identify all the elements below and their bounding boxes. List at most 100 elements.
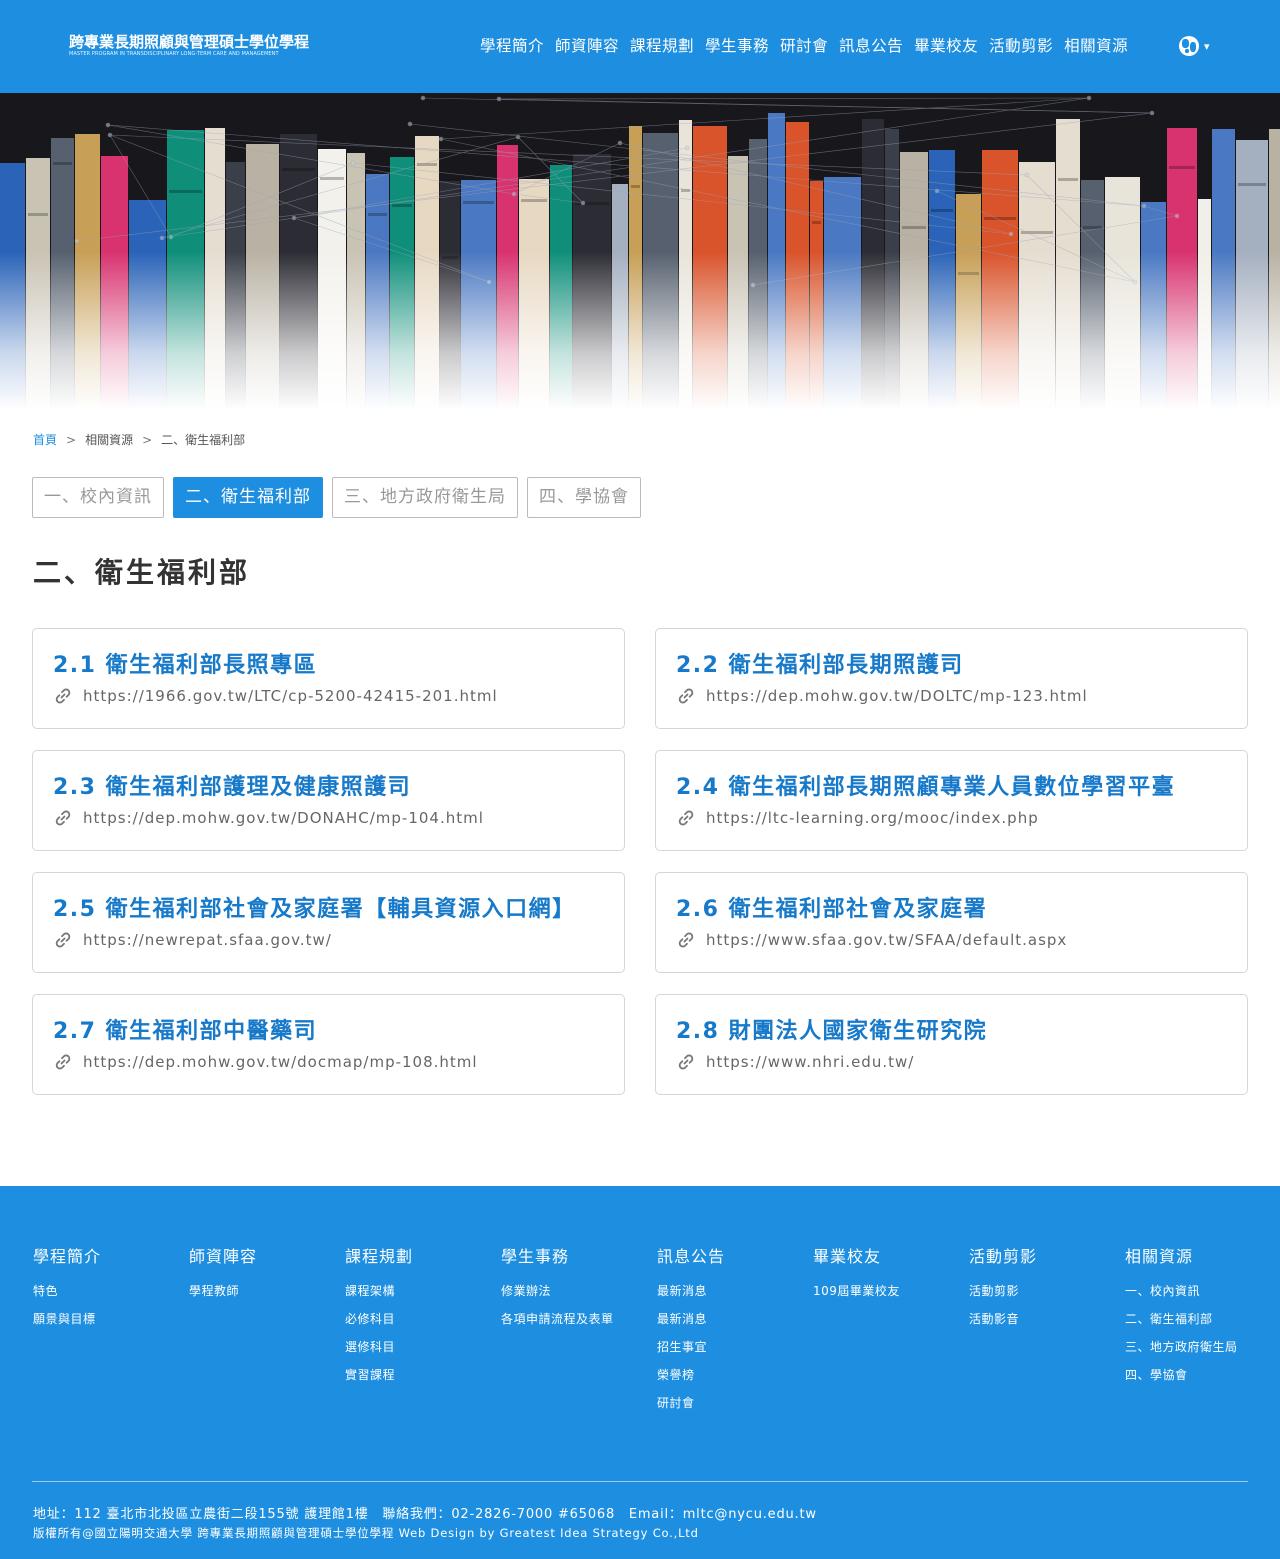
link-icon [55, 1054, 71, 1070]
footer-link[interactable]: 學程教師 [189, 1283, 345, 1311]
link-icon [55, 688, 71, 704]
resource-card-title[interactable]: 2.6 衛生福利部社會及家庭署 [676, 895, 1227, 925]
footer-column-gallery: 活動剪影 活動剪影 活動影音 [969, 1243, 1125, 1423]
resource-card[interactable]: 2.8 財團法人國家衛生研究院 https://www.nhri.edu.tw/ [655, 994, 1248, 1095]
resource-card-url[interactable]: https://1966.gov.tw/LTC/cp-5200-42415-20… [53, 686, 604, 706]
resource-url-text: https://dep.mohw.gov.tw/DOLTC/mp-123.htm… [706, 687, 1088, 705]
resource-card-title[interactable]: 2.8 財團法人國家衛生研究院 [676, 1017, 1227, 1047]
footer-heading[interactable]: 課程規劃 [345, 1243, 501, 1267]
resource-url-text: https://newrepat.sfaa.gov.tw/ [83, 931, 332, 949]
footer-link[interactable]: 最新消息 [657, 1311, 813, 1339]
footer-column-news: 訊息公告 最新消息 最新消息 招生事宜 榮譽榜 研討會 [657, 1243, 813, 1423]
footer-link[interactable]: 必修科目 [345, 1311, 501, 1339]
resource-card[interactable]: 2.1 衛生福利部長照專區 https://1966.gov.tw/LTC/cp… [32, 628, 625, 729]
footer-link[interactable]: 各項申請流程及表單 [501, 1311, 657, 1339]
resource-card[interactable]: 2.2 衛生福利部長期照護司 https://dep.mohw.gov.tw/D… [655, 628, 1248, 729]
breadcrumb-separator: > [142, 432, 153, 447]
footer-link[interactable]: 一、校內資訊 [1125, 1283, 1280, 1311]
resource-card-url[interactable]: https://dep.mohw.gov.tw/DONAHC/mp-104.ht… [53, 808, 604, 828]
breadcrumb-current: 二、衛生福利部 [161, 433, 246, 447]
footer-column-curriculum: 課程規劃 課程架構 必修科目 選修科目 實習課程 [345, 1243, 501, 1423]
globe-icon [1179, 36, 1199, 56]
footer-link[interactable]: 榮譽榜 [657, 1367, 813, 1395]
footer-link[interactable]: 研討會 [657, 1395, 813, 1423]
tab-local-health-bureaus[interactable]: 三、地方政府衛生局 [332, 477, 518, 518]
tab-associations[interactable]: 四、學協會 [527, 477, 641, 518]
category-tabs: 一、校內資訊 二、衛生福利部 三、地方政府衛生局 四、學協會 [32, 477, 641, 518]
footer-link[interactable]: 活動剪影 [969, 1283, 1125, 1311]
resource-card[interactable]: 2.4 衛生福利部長期照顧專業人員數位學習平臺 https://ltc-lear… [655, 750, 1248, 851]
nav-item-faculty[interactable]: 師資陣容 [555, 35, 619, 57]
footer-heading[interactable]: 學生事務 [501, 1243, 657, 1267]
footer-link[interactable]: 選修科目 [345, 1339, 501, 1367]
resource-card-url[interactable]: https://dep.mohw.gov.tw/docmap/mp-108.ht… [53, 1052, 604, 1072]
footer-divider [32, 1481, 1248, 1482]
footer-link[interactable]: 活動影音 [969, 1311, 1125, 1339]
main-nav: 學程簡介 師資陣容 課程規劃 學生事務 研討會 訊息公告 畢業校友 活動剪影 相… [480, 35, 1139, 57]
link-icon [678, 1054, 694, 1070]
nav-item-student-affairs[interactable]: 學生事務 [705, 35, 769, 57]
footer-link[interactable]: 實習課程 [345, 1367, 501, 1395]
footer-column-faculty: 師資陣容 學程教師 [189, 1243, 345, 1423]
resource-card-title[interactable]: 2.1 衛生福利部長照專區 [53, 651, 604, 681]
tab-campus-info[interactable]: 一、校內資訊 [32, 477, 164, 518]
footer-copyright: 版權所有@國立陽明交通大學 跨專業長期照顧與管理碩士學位學程 Web Desig… [33, 1526, 699, 1540]
breadcrumb-home[interactable]: 首頁 [33, 431, 57, 448]
breadcrumb-resources[interactable]: 相關資源 [85, 431, 133, 448]
resource-card-url[interactable]: https://www.sfaa.gov.tw/SFAA/default.asp… [676, 930, 1227, 950]
resource-card-title[interactable]: 2.4 衛生福利部長期照顧專業人員數位學習平臺 [676, 773, 1227, 803]
footer-link[interactable]: 招生事宜 [657, 1339, 813, 1367]
resource-card-title[interactable]: 2.5 衛生福利部社會及家庭署【輔具資源入口網】 [53, 895, 604, 925]
resource-url-text: https://dep.mohw.gov.tw/docmap/mp-108.ht… [83, 1053, 478, 1071]
resource-card[interactable]: 2.7 衛生福利部中醫藥司 https://dep.mohw.gov.tw/do… [32, 994, 625, 1095]
breadcrumb: 首頁 > 相關資源 > 二、衛生福利部 [33, 431, 245, 448]
footer-link[interactable]: 二、衛生福利部 [1125, 1311, 1280, 1339]
footer-heading[interactable]: 活動剪影 [969, 1243, 1125, 1267]
resource-card[interactable]: 2.6 衛生福利部社會及家庭署 https://www.sfaa.gov.tw/… [655, 872, 1248, 973]
resource-card[interactable]: 2.3 衛生福利部護理及健康照護司 https://dep.mohw.gov.t… [32, 750, 625, 851]
footer-link[interactable]: 修業辦法 [501, 1283, 657, 1311]
tab-ministry-health-welfare[interactable]: 二、衛生福利部 [173, 477, 323, 518]
resource-card-title[interactable]: 2.2 衛生福利部長期照護司 [676, 651, 1227, 681]
link-icon [678, 810, 694, 826]
footer-heading[interactable]: 學程簡介 [33, 1243, 189, 1267]
footer-link[interactable]: 課程架構 [345, 1283, 501, 1311]
site-footer: 學程簡介 特色 願景與目標 師資陣容 學程教師 課程規劃 課程架構 必修科目 選… [0, 1186, 1280, 1559]
resource-link-grid: 2.1 衛生福利部長照專區 https://1966.gov.tw/LTC/cp… [32, 628, 1248, 1095]
nav-item-symposium[interactable]: 研討會 [780, 35, 828, 57]
nav-item-program-intro[interactable]: 學程簡介 [480, 35, 544, 57]
bookshelf-illustration [0, 93, 1280, 410]
footer-column-resources: 相關資源 一、校內資訊 二、衛生福利部 三、地方政府衛生局 四、學協會 [1125, 1243, 1280, 1423]
footer-link[interactable]: 四、學協會 [1125, 1367, 1280, 1395]
footer-heading[interactable]: 訊息公告 [657, 1243, 813, 1267]
footer-heading[interactable]: 師資陣容 [189, 1243, 345, 1267]
nav-item-gallery[interactable]: 活動剪影 [989, 35, 1053, 57]
nav-item-alumni[interactable]: 畢業校友 [914, 35, 978, 57]
resource-card-url[interactable]: https://www.nhri.edu.tw/ [676, 1052, 1227, 1072]
resource-card-url[interactable]: https://dep.mohw.gov.tw/DOLTC/mp-123.htm… [676, 686, 1227, 706]
nav-item-news[interactable]: 訊息公告 [839, 35, 903, 57]
footer-link[interactable]: 特色 [33, 1283, 189, 1311]
site-logo[interactable]: 跨專業長期照顧與管理碩士學位學程 MASTER PROGRAM IN TRANS… [69, 34, 309, 58]
resource-card-title[interactable]: 2.7 衛生福利部中醫藥司 [53, 1017, 604, 1047]
footer-link[interactable]: 109屆畢業校友 [813, 1283, 969, 1311]
nav-item-curriculum[interactable]: 課程規劃 [630, 35, 694, 57]
link-icon [55, 932, 71, 948]
resource-url-text: https://www.sfaa.gov.tw/SFAA/default.asp… [706, 931, 1068, 949]
resource-card[interactable]: 2.5 衛生福利部社會及家庭署【輔具資源入口網】 https://newrepa… [32, 872, 625, 973]
site-header: 跨專業長期照顧與管理碩士學位學程 MASTER PROGRAM IN TRANS… [0, 0, 1280, 93]
footer-heading[interactable]: 相關資源 [1125, 1243, 1280, 1267]
resource-card-url[interactable]: https://newrepat.sfaa.gov.tw/ [53, 930, 604, 950]
logo-subtitle: MASTER PROGRAM IN TRANSDISCIPLINARY LONG… [69, 51, 279, 57]
footer-link[interactable]: 願景與目標 [33, 1311, 189, 1339]
link-icon [55, 810, 71, 826]
resource-card-url[interactable]: https://ltc-learning.org/mooc/index.php [676, 808, 1227, 828]
resource-url-text: https://1966.gov.tw/LTC/cp-5200-42415-20… [83, 687, 498, 705]
resource-url-text: https://ltc-learning.org/mooc/index.php [706, 809, 1039, 827]
footer-heading[interactable]: 畢業校友 [813, 1243, 969, 1267]
nav-item-resources[interactable]: 相關資源 [1064, 35, 1128, 57]
footer-link[interactable]: 三、地方政府衛生局 [1125, 1339, 1280, 1367]
footer-link[interactable]: 最新消息 [657, 1283, 813, 1311]
language-switcher[interactable]: ▾ [1179, 36, 1210, 56]
resource-card-title[interactable]: 2.3 衛生福利部護理及健康照護司 [53, 773, 604, 803]
